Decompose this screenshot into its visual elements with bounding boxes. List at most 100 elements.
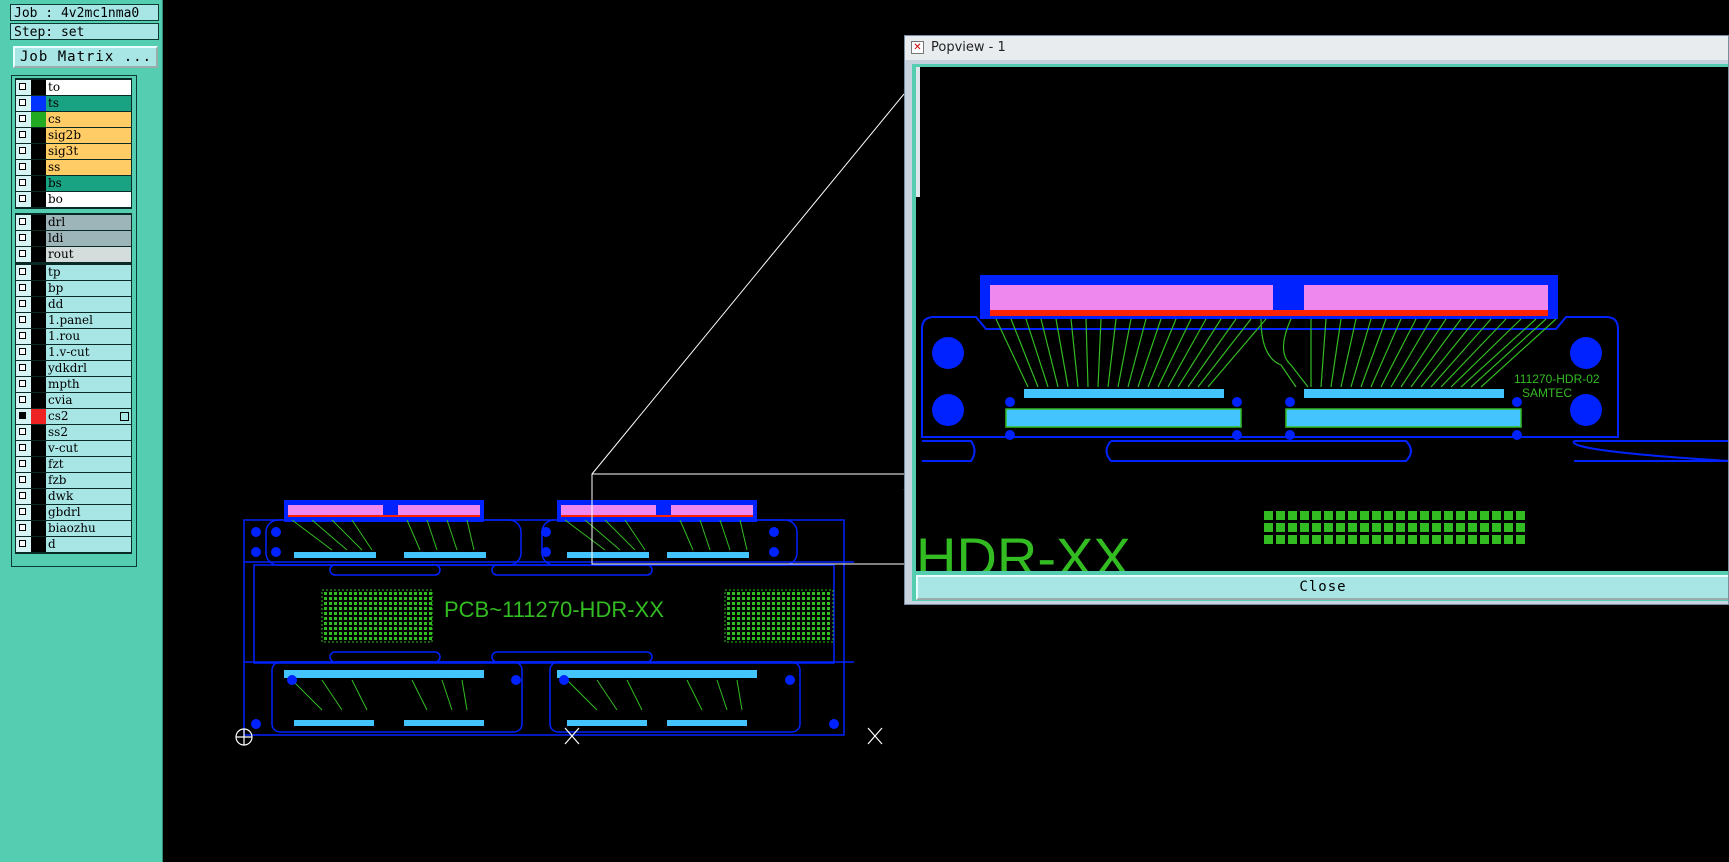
layer-checkbox[interactable] (16, 505, 31, 520)
layer-row-sig2b[interactable]: sig2b (16, 128, 131, 143)
layer-row-cs[interactable]: cs (16, 112, 131, 127)
layer-color-swatch[interactable] (31, 144, 46, 159)
layer-row-ts[interactable]: ts (16, 96, 131, 111)
layer-name[interactable]: sig2b (46, 128, 131, 143)
layer-name[interactable]: gbdrl (46, 505, 131, 520)
layer-color-swatch[interactable] (31, 409, 46, 424)
layer-color-swatch[interactable] (31, 361, 46, 376)
layer-color-swatch[interactable] (31, 329, 46, 344)
layer-name[interactable]: 1.panel (46, 313, 131, 328)
layer-name[interactable]: dd (46, 297, 131, 312)
layer-checkbox[interactable] (16, 393, 31, 408)
layer-checkbox[interactable] (16, 473, 31, 488)
layer-color-swatch[interactable] (31, 505, 46, 520)
layer-name[interactable]: rout (46, 247, 131, 262)
layer-name[interactable]: 1.rou (46, 329, 131, 344)
layer-checkbox[interactable] (16, 80, 31, 95)
layer-name[interactable]: drl (46, 215, 131, 230)
layer-row-drl[interactable]: drl (16, 215, 131, 230)
layer-color-swatch[interactable] (31, 473, 46, 488)
layer-name[interactable]: cs (46, 112, 131, 127)
layer-color-swatch[interactable] (31, 313, 46, 328)
layer-checkbox[interactable] (16, 489, 31, 504)
layer-row-v-cut[interactable]: v-cut (16, 441, 131, 456)
layer-row-bo[interactable]: bo (16, 192, 131, 207)
layer-name[interactable]: dwk (46, 489, 131, 504)
layer-name[interactable]: bo (46, 192, 131, 207)
layer-color-swatch[interactable] (31, 489, 46, 504)
layer-color-swatch[interactable] (31, 537, 46, 552)
layer-name[interactable]: v-cut (46, 441, 131, 456)
layer-name[interactable]: cvia (46, 393, 131, 408)
layer-color-swatch[interactable] (31, 425, 46, 440)
layer-name[interactable]: d (46, 537, 131, 552)
layer-row-fzb[interactable]: fzb (16, 473, 131, 488)
layer-name[interactable]: cs2 (46, 409, 131, 424)
layer-name[interactable]: bs (46, 176, 131, 191)
layer-checkbox[interactable] (16, 215, 31, 230)
layer-color-swatch[interactable] (31, 231, 46, 246)
layer-row-dwk[interactable]: dwk (16, 489, 131, 504)
layer-row-d[interactable]: d (16, 537, 131, 552)
layer-checkbox[interactable] (16, 521, 31, 536)
layer-row-ss2[interactable]: ss2 (16, 425, 131, 440)
layer-row-mpth[interactable]: mpth (16, 377, 131, 392)
layer-color-swatch[interactable] (31, 377, 46, 392)
layer-checkbox[interactable] (16, 537, 31, 552)
layer-checkbox[interactable] (16, 345, 31, 360)
layer-name[interactable]: to (46, 80, 131, 95)
layer-name[interactable]: ss2 (46, 425, 131, 440)
layer-checkbox[interactable] (16, 231, 31, 246)
layer-color-swatch[interactable] (31, 441, 46, 456)
layer-checkbox[interactable] (16, 297, 31, 312)
layer-name[interactable]: 1.v-cut (46, 345, 131, 360)
layer-name[interactable]: ydkdrl (46, 361, 131, 376)
layer-color-swatch[interactable] (31, 176, 46, 191)
layer-row-rout[interactable]: rout (16, 247, 131, 262)
layer-row-ss[interactable]: ss (16, 160, 131, 175)
layer-color-swatch[interactable] (31, 297, 46, 312)
layer-color-swatch[interactable] (31, 112, 46, 127)
layer-name[interactable]: ldi (46, 231, 131, 246)
layer-color-swatch[interactable] (31, 393, 46, 408)
layer-color-swatch[interactable] (31, 192, 46, 207)
layer-checkbox[interactable] (16, 128, 31, 143)
layer-checkbox[interactable] (16, 247, 31, 262)
layer-row-fzt[interactable]: fzt (16, 457, 131, 472)
layer-checkbox[interactable] (16, 281, 31, 296)
layer-row-sig3t[interactable]: sig3t (16, 144, 131, 159)
layer-row-gbdrl[interactable]: gbdrl (16, 505, 131, 520)
layer-row-ldi[interactable]: ldi (16, 231, 131, 246)
layer-checkbox[interactable] (16, 112, 31, 127)
layer-checkbox[interactable] (16, 176, 31, 191)
layer-checkbox[interactable] (16, 313, 31, 328)
layer-checkbox[interactable] (16, 192, 31, 207)
layer-color-swatch[interactable] (31, 215, 46, 230)
layer-row-1-rou[interactable]: 1.rou (16, 329, 131, 344)
popview-zoom-viewport[interactable]: 111270-HDR-02 SAMTEC HDR-XX (916, 67, 1728, 571)
layer-row-bp[interactable]: bp (16, 281, 131, 296)
layer-color-swatch[interactable] (31, 80, 46, 95)
layer-checkbox[interactable] (16, 457, 31, 472)
layer-checkbox[interactable] (16, 361, 31, 376)
layer-color-swatch[interactable] (31, 521, 46, 536)
layer-row-1-v-cut[interactable]: 1.v-cut (16, 345, 131, 360)
layer-checkbox[interactable] (16, 409, 31, 424)
layer-name[interactable]: mpth (46, 377, 131, 392)
layer-color-swatch[interactable] (31, 247, 46, 262)
layer-name[interactable]: sig3t (46, 144, 131, 159)
layer-name[interactable]: tp (46, 265, 131, 280)
layer-checkbox[interactable] (16, 441, 31, 456)
layer-name[interactable]: fzt (46, 457, 131, 472)
layer-color-swatch[interactable] (31, 457, 46, 472)
layer-row-cvia[interactable]: cvia (16, 393, 131, 408)
job-matrix-button[interactable]: Job Matrix ... (13, 46, 158, 68)
layer-checkbox[interactable] (16, 265, 31, 280)
layer-row-dd[interactable]: dd (16, 297, 131, 312)
layer-row-bs[interactable]: bs (16, 176, 131, 191)
layer-color-swatch[interactable] (31, 345, 46, 360)
layer-name[interactable]: bp (46, 281, 131, 296)
layer-row-cs2[interactable]: cs2 (16, 409, 131, 424)
layer-name[interactable]: fzb (46, 473, 131, 488)
layer-checkbox[interactable] (16, 329, 31, 344)
